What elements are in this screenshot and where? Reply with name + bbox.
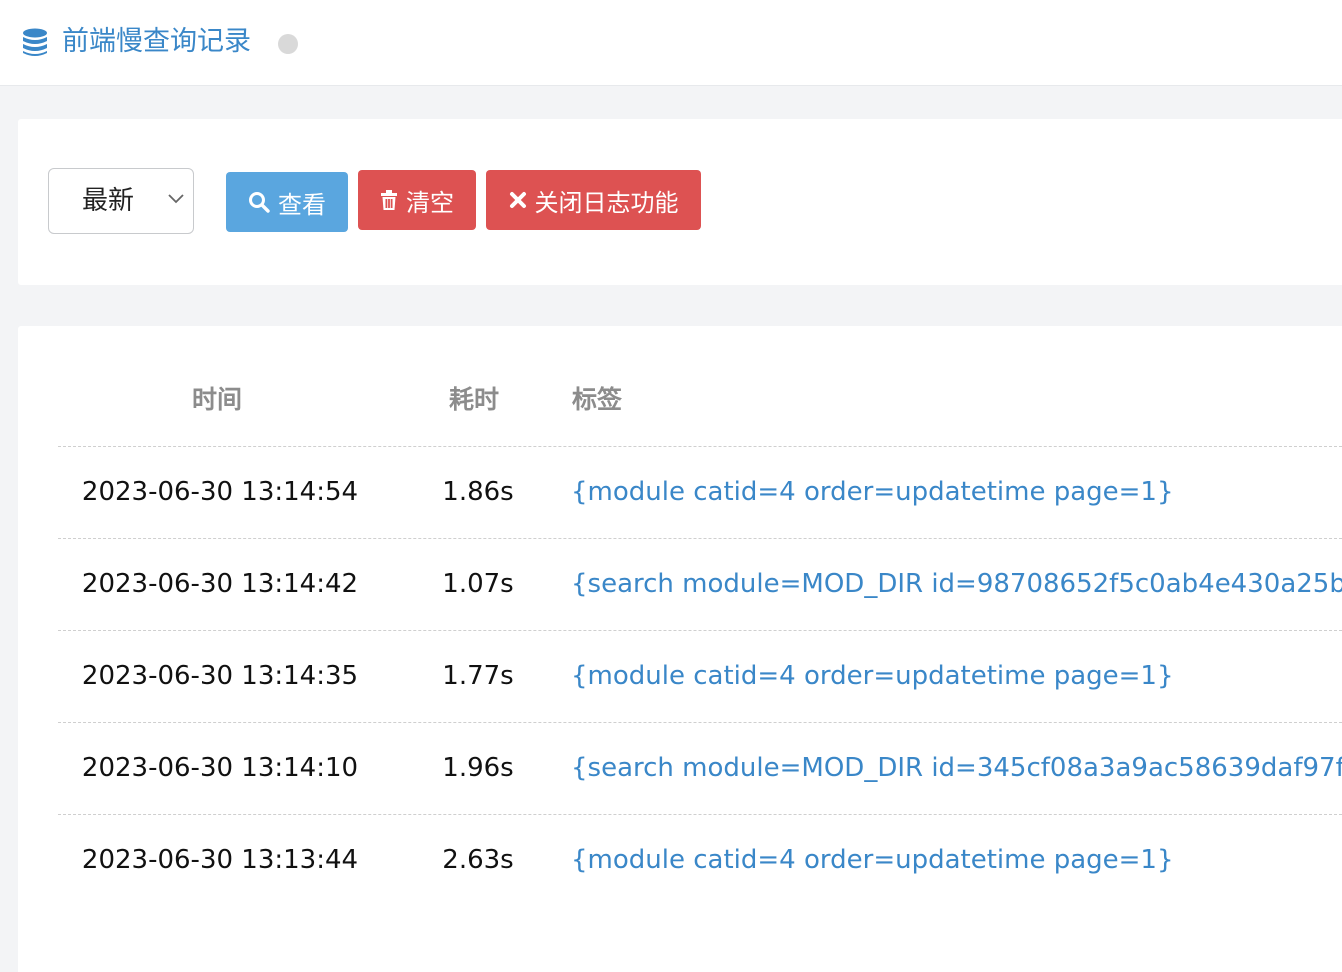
- search-icon: [249, 192, 270, 213]
- view-button[interactable]: 查看: [226, 172, 348, 232]
- table-row: 2023-06-30 13:14:42 1.07s {search module…: [58, 539, 1342, 631]
- cell-tag-link[interactable]: {module catid=4 order=updatetime page=1}: [571, 659, 1174, 693]
- database-icon: [23, 28, 47, 56]
- column-header-duration: 耗时: [449, 385, 500, 414]
- clear-button[interactable]: 清空: [358, 170, 476, 230]
- cell-tag-link[interactable]: {search module=MOD_DIR id=98708652f5c0ab…: [571, 567, 1342, 601]
- view-button-label: 查看: [278, 190, 326, 219]
- cell-time: 2023-06-30 13:14:54: [81, 477, 359, 507]
- cell-tag-link[interactable]: {search module=MOD_DIR id=345cf08a3a9ac5…: [571, 751, 1342, 785]
- status-dot: [278, 34, 298, 54]
- close-log-button-label: 关闭日志功能: [534, 188, 679, 217]
- cell-time: 2023-06-30 13:14:42: [81, 569, 359, 599]
- clear-button-label: 清空: [406, 188, 454, 217]
- chevron-down-icon: [168, 194, 184, 204]
- cell-tag-link[interactable]: {module catid=4 order=updatetime page=1}: [571, 475, 1174, 509]
- table-row: 2023-06-30 13:14:35 1.77s {module catid=…: [58, 631, 1342, 723]
- close-icon: [509, 192, 526, 208]
- cell-time: 2023-06-30 13:13:44: [81, 845, 359, 875]
- column-header-time: 时间: [192, 385, 243, 414]
- column-header-tags: 标签: [572, 385, 623, 414]
- cell-time: 2023-06-30 13:14:10: [81, 753, 359, 783]
- cell-duration: 1.07s: [442, 569, 514, 599]
- cell-duration: 1.86s: [442, 477, 514, 507]
- table-row: 2023-06-30 13:14:54 1.86s {module catid=…: [58, 447, 1342, 539]
- sort-select-value: 最新: [82, 186, 135, 216]
- cell-duration: 2.63s: [442, 845, 514, 875]
- slow-query-table: 时间 耗时 标签 2023-06-30 13:14:54 1.86s {modu…: [18, 326, 1342, 972]
- cell-tag-link[interactable]: {module catid=4 order=updatetime page=1}: [571, 843, 1174, 877]
- cell-duration: 1.96s: [442, 753, 514, 783]
- cell-duration: 1.77s: [442, 661, 514, 691]
- close-log-button[interactable]: 关闭日志功能: [486, 170, 701, 230]
- table-row: 2023-06-30 13:13:44 2.63s {module catid=…: [58, 815, 1342, 907]
- table-row: 2023-06-30 13:14:10 1.96s {search module…: [58, 723, 1342, 815]
- sort-select[interactable]: 最新: [48, 168, 194, 234]
- page-title: 前端慢查询记录: [62, 26, 251, 57]
- page-header: 前端慢查询记录: [0, 0, 1342, 86]
- toolbar-card: 最新 查看 清空 关闭日志功能: [18, 119, 1342, 285]
- cell-time: 2023-06-30 13:14:35: [81, 661, 359, 691]
- trash-icon: [381, 190, 397, 210]
